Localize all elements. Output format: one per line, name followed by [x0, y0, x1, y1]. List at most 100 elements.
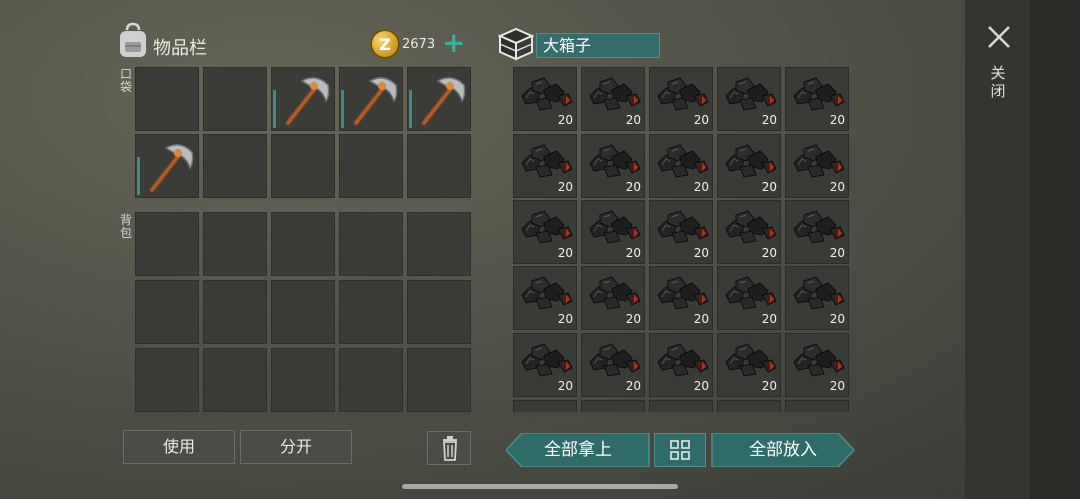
use-button[interactable]: 使用: [123, 430, 235, 464]
backpack-slot[interactable]: [339, 280, 403, 344]
container-slot[interactable]: 20: [513, 67, 577, 131]
container-slot[interactable]: 20: [717, 67, 781, 131]
container-slot[interactable]: 20: [649, 134, 713, 198]
backpack-slot[interactable]: [135, 348, 199, 412]
backpack-slot[interactable]: [135, 280, 199, 344]
backpack-slot[interactable]: [271, 212, 335, 276]
item-quantity: 20: [829, 312, 845, 326]
home-indicator[interactable]: [402, 484, 678, 489]
coal-icon: [725, 77, 777, 111]
container-slot[interactable]: 20: [717, 134, 781, 198]
pocket-slot[interactable]: [339, 134, 403, 198]
pickaxe-icon: [353, 77, 398, 126]
coal-icon: [793, 210, 845, 244]
coal-icon: [725, 276, 777, 310]
backpack-slot[interactable]: [203, 348, 267, 412]
close-button[interactable]: 关闭: [989, 64, 1007, 100]
pocket-slot[interactable]: [407, 134, 471, 198]
pocket-slot[interactable]: [271, 67, 335, 131]
container-slot[interactable]: [513, 400, 577, 412]
container-slot[interactable]: 20: [581, 200, 645, 264]
container-slot[interactable]: 20: [649, 333, 713, 397]
split-button[interactable]: 分开: [240, 430, 352, 464]
container-slot[interactable]: 20: [785, 266, 849, 330]
coal-icon: [657, 144, 709, 178]
container-slot[interactable]: 20: [717, 200, 781, 264]
backpack-icon: [120, 22, 146, 57]
container-slot[interactable]: 20: [785, 134, 849, 198]
container-slot[interactable]: 20: [513, 200, 577, 264]
pocket-slot[interactable]: [203, 67, 267, 131]
coal-icon: [589, 77, 641, 111]
pickaxe-icon: [421, 77, 466, 126]
trash-button[interactable]: [427, 431, 471, 465]
backpack-slot[interactable]: [407, 212, 471, 276]
item-quantity: 20: [693, 113, 709, 127]
coal-icon: [793, 276, 845, 310]
item-quantity: 20: [829, 379, 845, 393]
pocket-slot[interactable]: [135, 67, 199, 131]
item-quantity: 20: [693, 312, 709, 326]
sort-button[interactable]: [654, 433, 706, 467]
container-slot[interactable]: 20: [513, 134, 577, 198]
container-slot[interactable]: 20: [785, 333, 849, 397]
pocket-slot[interactable]: [135, 134, 199, 198]
item-quantity: 20: [761, 312, 777, 326]
coal-icon: [521, 210, 573, 244]
container-slot[interactable]: 20: [513, 266, 577, 330]
container-slot[interactable]: 20: [581, 67, 645, 131]
item-quantity: 20: [557, 113, 573, 127]
container-slot[interactable]: [581, 400, 645, 412]
container-slot[interactable]: 20: [581, 134, 645, 198]
pocket-slot[interactable]: [407, 67, 471, 131]
item-quantity: 20: [557, 312, 573, 326]
coal-icon: [725, 343, 777, 377]
close-icon[interactable]: [984, 22, 1014, 52]
container-slot[interactable]: 20: [649, 266, 713, 330]
pocket-slot[interactable]: [271, 134, 335, 198]
pocket-slot[interactable]: [339, 67, 403, 131]
container-slot[interactable]: 20: [649, 67, 713, 131]
container-slot[interactable]: [717, 400, 781, 412]
coal-icon: [657, 77, 709, 111]
item-quantity: 20: [829, 113, 845, 127]
put-all-button[interactable]: 全部放入: [711, 433, 855, 467]
add-coins-button[interactable]: +: [442, 28, 465, 58]
backpack-slot[interactable]: [339, 212, 403, 276]
backpack-slot[interactable]: [135, 212, 199, 276]
item-quantity: 20: [693, 246, 709, 260]
backpack-slot[interactable]: [407, 348, 471, 412]
trash-icon: [443, 436, 457, 461]
backpack-slot[interactable]: [407, 280, 471, 344]
coal-icon: [657, 210, 709, 244]
item-quantity: 20: [557, 246, 573, 260]
take-all-button[interactable]: 全部拿上: [506, 433, 650, 467]
backpack-slot[interactable]: [203, 280, 267, 344]
item-quantity: 20: [829, 180, 845, 194]
container-slot[interactable]: 20: [581, 333, 645, 397]
backpack-slot[interactable]: [339, 348, 403, 412]
coal-icon: [589, 144, 641, 178]
pocket-slot[interactable]: [203, 134, 267, 198]
item-quantity: 20: [625, 113, 641, 127]
container-slot[interactable]: 20: [785, 67, 849, 131]
coal-icon: [521, 144, 573, 178]
backpack-slot[interactable]: [271, 280, 335, 344]
container-slot[interactable]: 20: [649, 200, 713, 264]
coal-icon: [725, 144, 777, 178]
coal-icon: [521, 276, 573, 310]
coal-icon: [657, 276, 709, 310]
backpack-slot[interactable]: [271, 348, 335, 412]
item-quantity: 20: [693, 379, 709, 393]
container-slot[interactable]: 20: [717, 266, 781, 330]
container-slot[interactable]: 20: [717, 333, 781, 397]
container-slot[interactable]: 20: [581, 266, 645, 330]
container-slot[interactable]: 20: [513, 333, 577, 397]
item-quantity: 20: [557, 180, 573, 194]
backpack-slot[interactable]: [203, 212, 267, 276]
backpack-label: 背包: [119, 213, 132, 240]
container-slot[interactable]: [785, 400, 849, 412]
container-slot[interactable]: 20: [785, 200, 849, 264]
coal-icon: [589, 276, 641, 310]
container-slot[interactable]: [649, 400, 713, 412]
